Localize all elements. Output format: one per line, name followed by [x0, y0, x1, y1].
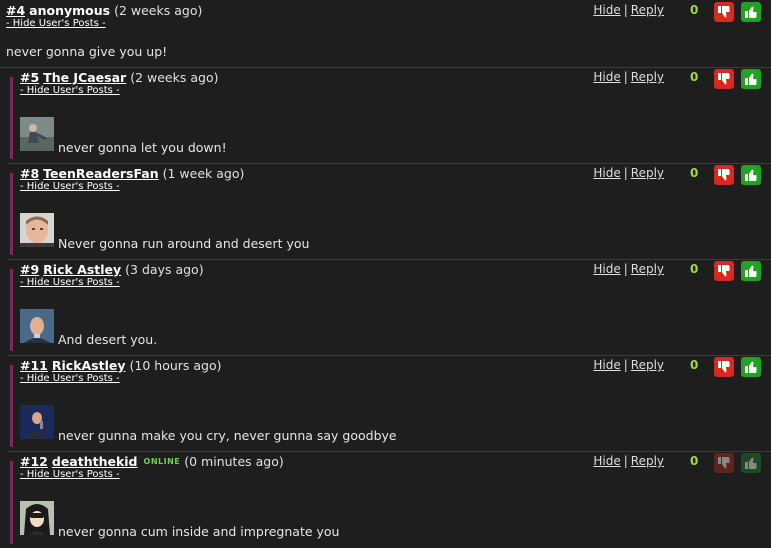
comment-number-link[interactable]: #9 — [20, 262, 39, 277]
comment-score: 0 — [690, 262, 699, 276]
separator: | — [623, 3, 628, 17]
thumbs-up-icon[interactable] — [741, 69, 761, 89]
username: anonymous — [29, 3, 111, 18]
reply-link[interactable]: Reply — [631, 358, 664, 372]
comment-score: 0 — [690, 166, 699, 180]
thumbs-up-icon[interactable] — [741, 357, 761, 377]
hide-users-posts-link[interactable]: - Hide User's Posts - — [20, 277, 120, 288]
separator: | — [623, 358, 628, 372]
thumbs-down-icon[interactable] — [714, 357, 734, 377]
reply-indent-bar — [10, 461, 13, 544]
comment-reply: #9 Rick Astley (3 days ago) - Hide User's … — [8, 259, 771, 356]
hide-users-posts-link[interactable]: - Hide User's Posts - — [6, 18, 106, 29]
hide-link[interactable]: Hide — [593, 3, 620, 17]
comment-actions: Hide | Reply — [593, 3, 664, 17]
comment-time: (0 minutes ago) — [184, 454, 284, 469]
comment-reply: #11 RickAstley (10 hours ago) - Hide User'… — [8, 355, 771, 452]
reply-link[interactable]: Reply — [631, 166, 664, 180]
hide-users-posts-link[interactable]: - Hide User's Posts - — [20, 85, 120, 96]
comment-score: 0 — [690, 3, 699, 17]
comment-number-link[interactable]: #12 — [20, 454, 48, 469]
comment-time: (1 week ago) — [162, 166, 245, 181]
comment-header: #4 anonymous (2 weeks ago) — [6, 3, 202, 18]
thumbs-up-icon[interactable] — [741, 453, 761, 473]
username-link[interactable]: Rick Astley — [43, 262, 121, 277]
username-link[interactable]: RickAstley — [52, 358, 126, 373]
comment-actions: Hide | Reply — [593, 70, 664, 84]
thumbs-down-icon[interactable] — [714, 261, 734, 281]
hide-users-posts-link[interactable]: - Hide User's Posts - — [20, 373, 120, 384]
avatar[interactable] — [20, 501, 54, 535]
comment-text: never gunna make you cry, never gunna sa… — [58, 428, 397, 443]
hide-link[interactable]: Hide — [593, 358, 620, 372]
avatar[interactable] — [20, 117, 54, 151]
comment-score: 0 — [690, 454, 699, 468]
comment-time: (10 hours ago) — [129, 358, 222, 373]
hide-link[interactable]: Hide — [593, 166, 620, 180]
comment-actions: Hide | Reply — [593, 454, 664, 468]
reply-indent-bar — [10, 365, 13, 447]
comment-score: 0 — [690, 358, 699, 372]
separator: | — [623, 262, 628, 276]
hide-users-posts-link[interactable]: - Hide User's Posts - — [20, 469, 120, 480]
hide-link[interactable]: Hide — [593, 70, 620, 84]
comment-reply: #5 The JCaesar (2 weeks ago) - Hide User's… — [8, 67, 771, 164]
comment-time: (2 weeks ago) — [114, 3, 203, 18]
comment-score: 0 — [690, 70, 699, 84]
comment-text: And desert you. — [58, 332, 158, 347]
reply-indent-bar — [10, 269, 13, 351]
separator: | — [623, 166, 628, 180]
avatar[interactable] — [20, 405, 54, 439]
separator: | — [623, 454, 628, 468]
thumbs-down-icon[interactable] — [714, 453, 734, 473]
comment-text: never gonna let you down! — [58, 140, 227, 155]
comment-actions: Hide | Reply — [593, 166, 664, 180]
hide-users-posts-link[interactable]: - Hide User's Posts - — [20, 181, 120, 192]
comment-header: #8 TeenReadersFan (1 week ago) — [20, 166, 244, 181]
reply-indent-bar — [10, 173, 13, 255]
comment-actions: Hide | Reply — [593, 262, 664, 276]
separator: | — [623, 70, 628, 84]
comment-header: #11 RickAstley (10 hours ago) — [20, 358, 222, 373]
reply-indent-bar — [10, 77, 13, 159]
comment-text: never gonna give you up! — [6, 44, 168, 59]
avatar[interactable] — [20, 213, 54, 247]
online-badge: ONLINE — [143, 457, 181, 466]
comment-reply: #12 deaththekid ONLINE (0 minutes ago) - Hi… — [8, 451, 771, 548]
comment-header: #5 The JCaesar (2 weeks ago) — [20, 70, 218, 85]
hide-link[interactable]: Hide — [593, 262, 620, 276]
comment-text: never gonna cum inside and impregnate yo… — [58, 524, 340, 539]
reply-link[interactable]: Reply — [631, 454, 664, 468]
comment-text: Never gonna run around and desert you — [58, 236, 310, 251]
thumbs-up-icon[interactable] — [741, 2, 761, 22]
thumbs-up-icon[interactable] — [741, 165, 761, 185]
comment-number-link[interactable]: #5 — [20, 70, 39, 85]
comment-time: (3 days ago) — [125, 262, 204, 277]
reply-link[interactable]: Reply — [631, 3, 664, 17]
thumbs-down-icon[interactable] — [714, 2, 734, 22]
username-link[interactable]: TeenReadersFan — [43, 166, 158, 181]
comment-number-link[interactable]: #4 — [6, 3, 25, 18]
hide-link[interactable]: Hide — [593, 454, 620, 468]
thumbs-up-icon[interactable] — [741, 261, 761, 281]
comment-reply: #8 TeenReadersFan (1 week ago) - Hide User… — [8, 163, 771, 260]
comment-actions: Hide | Reply — [593, 358, 664, 372]
username-link[interactable]: deaththekid — [52, 454, 138, 469]
comment-number-link[interactable]: #11 — [20, 358, 48, 373]
comment: #4 anonymous (2 weeks ago) - Hide User's P… — [0, 0, 771, 68]
username-link[interactable]: The JCaesar — [43, 70, 126, 85]
comment-header: #9 Rick Astley (3 days ago) — [20, 262, 204, 277]
avatar[interactable] — [20, 309, 54, 343]
comment-header: #12 deaththekid ONLINE (0 minutes ago) — [20, 454, 284, 469]
thumbs-down-icon[interactable] — [714, 165, 734, 185]
comment-time: (2 weeks ago) — [130, 70, 219, 85]
reply-link[interactable]: Reply — [631, 70, 664, 84]
comment-number-link[interactable]: #8 — [20, 166, 39, 181]
reply-link[interactable]: Reply — [631, 262, 664, 276]
thumbs-down-icon[interactable] — [714, 69, 734, 89]
